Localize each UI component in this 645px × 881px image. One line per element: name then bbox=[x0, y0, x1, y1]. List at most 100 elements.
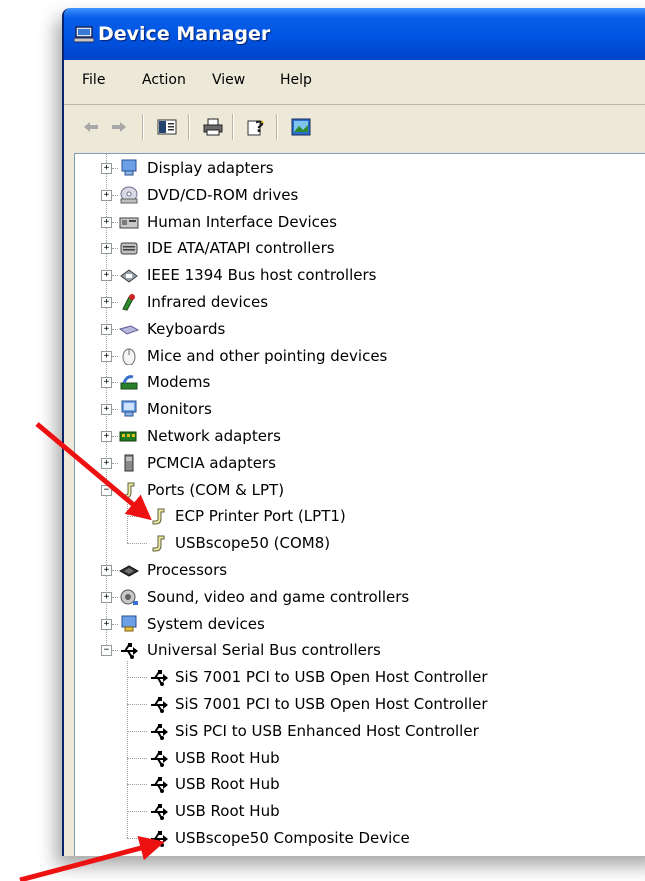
back-icon[interactable] bbox=[80, 117, 102, 137]
tree-item-label: USBscope50 Composite Device bbox=[175, 829, 410, 847]
menu-action[interactable]: Action bbox=[142, 72, 186, 88]
tree-child-sis-7001-pci-to-usb-open-host-controller[interactable]: SiS 7001 PCI to USB Open Host Controller bbox=[75, 666, 645, 688]
menu-file[interactable]: File bbox=[82, 72, 105, 88]
tree-child-sis-7001-pci-to-usb-open-host-controller[interactable]: SiS 7001 PCI to USB Open Host Controller bbox=[75, 693, 645, 715]
expand-toggle[interactable]: + bbox=[101, 457, 112, 469]
expand-toggle[interactable]: + bbox=[101, 377, 112, 389]
usb-icon bbox=[151, 723, 168, 740]
tree-category-keyboards[interactable]: + Keyboards bbox=[75, 318, 645, 340]
tree-category-modems[interactable]: + Modems bbox=[75, 371, 645, 393]
tree-child-usbscope50-composite-device[interactable]: USBscope50 Composite Device bbox=[75, 827, 645, 849]
menu-help[interactable]: Help bbox=[280, 72, 312, 88]
tree-item-label: USBscope50 (COM8) bbox=[175, 534, 331, 553]
tree-connector bbox=[112, 221, 118, 224]
toolbar: ? bbox=[64, 108, 645, 146]
tree-child-usb-root-hub[interactable]: USB Root Hub bbox=[75, 773, 645, 795]
tree-item-label: SiS 7001 PCI to USB Open Host Controller bbox=[175, 695, 488, 713]
tree-category-monitors[interactable]: + Monitors bbox=[75, 398, 645, 420]
expand-toggle[interactable]: + bbox=[101, 404, 112, 416]
tree-connector bbox=[112, 355, 118, 358]
tree-category-display-adapters[interactable]: + Display adapters bbox=[75, 157, 645, 179]
expand-toggle[interactable]: + bbox=[101, 565, 112, 576]
tree-category-pcmcia-adapters[interactable]: + PCMCIA adapters bbox=[75, 452, 645, 474]
print-icon[interactable] bbox=[202, 117, 224, 137]
tree-item-label: USB Root Hub bbox=[175, 775, 280, 794]
tree-connector bbox=[112, 436, 118, 438]
tree-connector bbox=[112, 489, 118, 492]
expand-toggle[interactable]: + bbox=[101, 297, 112, 308]
device-tree[interactable]: + Display adapters + DVD/CD-ROM drives + Huma… bbox=[74, 153, 645, 856]
tree-item-label: IEEE 1394 Bus host controllers bbox=[147, 266, 377, 285]
tree-item-label: Human Interface Devices bbox=[147, 212, 337, 231]
tree-connector bbox=[112, 570, 118, 572]
tree-child-usb-root-hub[interactable]: USB Root Hub bbox=[75, 747, 645, 769]
tree-connector bbox=[112, 328, 118, 331]
expand-toggle[interactable]: + bbox=[101, 323, 112, 335]
title-bar[interactable]: Device Manager bbox=[64, 8, 645, 60]
tree-item-label: USB Root Hub bbox=[175, 748, 280, 767]
network-adapter-icon bbox=[119, 431, 137, 442]
tree-category-dvd-cd-rom-drives[interactable]: + DVD/CD-ROM drives bbox=[75, 184, 645, 206]
tree-child-ecp-printer-port-lpt1[interactable]: ECP Printer Port (LPT1) bbox=[75, 505, 645, 527]
tree-category-system-devices[interactable]: + System devices bbox=[75, 613, 645, 635]
tree-child-usb-root-hub[interactable]: USB Root Hub bbox=[75, 800, 645, 822]
tree-connector bbox=[127, 784, 147, 786]
system-device-icon bbox=[121, 615, 137, 632]
help-icon[interactable]: ? bbox=[246, 117, 268, 137]
expand-toggle[interactable]: + bbox=[101, 189, 112, 201]
cd-drive-icon bbox=[120, 186, 138, 204]
tree-category-human-interface-devices[interactable]: + Human Interface Devices bbox=[75, 211, 645, 233]
usb-icon bbox=[151, 697, 168, 713]
toolbar-separator bbox=[188, 114, 190, 140]
port-icon bbox=[152, 535, 165, 552]
show-hide-console-tree-icon[interactable] bbox=[156, 117, 178, 137]
tree-connector bbox=[127, 811, 147, 813]
usb-icon bbox=[151, 831, 168, 847]
tree-category-ports-com-lpt[interactable]: − Ports (COM & LPT) bbox=[75, 479, 645, 501]
expand-toggle[interactable]: + bbox=[101, 350, 112, 362]
tree-category-processors[interactable]: + Processors bbox=[75, 559, 645, 581]
tree-category-ide-ata-atapi-controllers[interactable]: + IDE ATA/ATAPI controllers bbox=[75, 237, 645, 259]
tree-item-label: Sound, video and game controllers bbox=[147, 587, 410, 606]
tree-connector bbox=[127, 704, 147, 706]
tree-category-sound-video-and-game-controllers[interactable]: + Sound, video and game controllers bbox=[75, 586, 645, 608]
tree-child-usbscope50-com8[interactable]: USBscope50 (COM8) bbox=[75, 532, 645, 554]
expand-toggle[interactable]: + bbox=[101, 270, 112, 282]
tree-category-universal-serial-bus-controllers[interactable]: − Universal Serial Bus controllers bbox=[75, 639, 645, 661]
usb-icon bbox=[151, 804, 168, 821]
tree-category-mice-and-other-pointing-devices[interactable]: + Mice and other pointing devices bbox=[75, 345, 645, 367]
tree-connector bbox=[127, 677, 147, 679]
tree-connector bbox=[127, 838, 147, 840]
forward-icon[interactable] bbox=[108, 117, 130, 137]
toolbar-separator bbox=[276, 114, 278, 140]
expand-toggle[interactable]: + bbox=[101, 431, 112, 442]
tree-item-label: Infrared devices bbox=[147, 293, 269, 311]
tree-connector bbox=[127, 661, 129, 838]
expand-toggle[interactable]: + bbox=[101, 163, 112, 174]
expand-toggle[interactable]: + bbox=[101, 216, 112, 228]
expand-toggle[interactable]: + bbox=[101, 618, 112, 630]
tree-item-label: Monitors bbox=[147, 400, 212, 419]
tree-connector bbox=[127, 500, 129, 544]
collapse-toggle[interactable]: − bbox=[101, 645, 112, 657]
tree-category-ieee-1394-bus-host-controllers[interactable]: + IEEE 1394 Bus host controllers bbox=[75, 264, 645, 286]
tree-item-label: Mice and other pointing devices bbox=[147, 346, 388, 365]
properties-icon[interactable] bbox=[290, 117, 312, 137]
tree-item-label: SiS PCI to USB Enhanced Host Controller bbox=[175, 721, 479, 740]
tree-category-network-adapters[interactable]: + Network adapters bbox=[75, 425, 645, 447]
collapse-toggle[interactable]: − bbox=[101, 484, 112, 496]
tree-category-infrared-devices[interactable]: + Infrared devices bbox=[75, 291, 645, 313]
menu-bar: File Action View Help bbox=[64, 68, 645, 94]
usb-icon bbox=[151, 750, 168, 767]
infrared-icon bbox=[122, 294, 135, 311]
tree-item-label: IDE ATA/ATAPI controllers bbox=[147, 239, 335, 258]
tree-item-label: System devices bbox=[147, 614, 265, 633]
menu-view[interactable]: View bbox=[212, 72, 245, 88]
expand-toggle[interactable]: + bbox=[101, 591, 112, 603]
expand-toggle[interactable]: + bbox=[101, 243, 112, 255]
usb-icon bbox=[151, 777, 168, 794]
window-title: Device Manager bbox=[98, 23, 271, 45]
tree-child-sis-pci-to-usb-enhanced-host-controller[interactable]: SiS PCI to USB Enhanced Host Controller bbox=[75, 720, 645, 742]
modem-icon bbox=[120, 375, 138, 390]
tree-item-label: SiS 7001 PCI to USB Open Host Controller bbox=[175, 668, 488, 687]
